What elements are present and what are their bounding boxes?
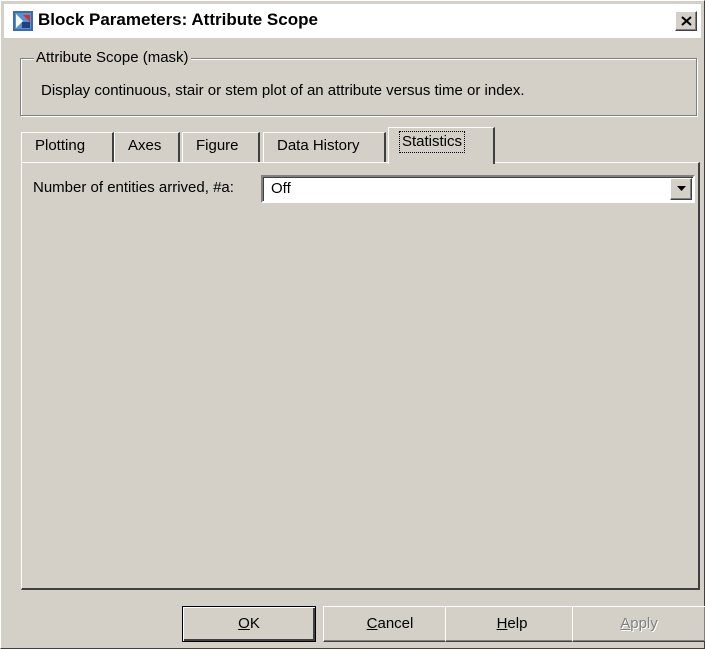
ok-label-rest: K — [249, 615, 260, 632]
block-parameters-dialog: Block Parameters: Attribute Scope Attrib… — [0, 0, 705, 649]
tab-label: Data History — [277, 137, 360, 154]
mask-group-title: Attribute Scope (mask) — [34, 49, 191, 66]
dropdown-button[interactable] — [670, 178, 692, 200]
tab-label: Axes — [128, 137, 162, 154]
chevron-down-icon — [677, 186, 686, 191]
cancel-label-rest: ancel — [377, 615, 414, 632]
tab-figure[interactable]: Figure — [182, 132, 260, 162]
ok-button[interactable]: OK — [182, 606, 316, 642]
help-button[interactable]: Help — [445, 606, 579, 642]
tab-label: Figure — [196, 137, 239, 154]
entities-arrived-label: Number of entities arrived, #a: — [33, 179, 234, 196]
tab-data-history[interactable]: Data History — [263, 132, 386, 162]
close-button[interactable] — [675, 11, 697, 31]
tab-axes[interactable]: Axes — [114, 132, 180, 162]
window-title: Block Parameters: Attribute Scope — [38, 10, 318, 29]
ok-mnemonic: O — [238, 615, 250, 632]
cancel-button[interactable]: Cancel — [323, 606, 457, 642]
apply-button[interactable]: Apply — [572, 606, 705, 642]
apply-label-rest: pply — [630, 615, 658, 632]
tab-panel-statistics — [21, 162, 700, 590]
cancel-mnemonic: C — [366, 615, 378, 632]
title-bar[interactable]: Block Parameters: Attribute Scope — [4, 4, 701, 38]
help-label-rest: elp — [507, 615, 528, 632]
tab-statistics[interactable]: Statistics — [388, 127, 495, 164]
tab-label: Plotting — [35, 137, 86, 154]
mask-description: Display continuous, stair or stem plot o… — [41, 82, 525, 99]
entities-arrived-value: Off — [271, 180, 291, 197]
close-icon — [681, 16, 692, 26]
help-mnemonic: H — [496, 615, 508, 632]
entities-arrived-select[interactable]: Off — [261, 175, 695, 203]
tab-plotting[interactable]: Plotting — [21, 132, 114, 162]
simulink-block-icon — [13, 11, 33, 31]
apply-mnemonic: A — [620, 615, 631, 632]
tab-label: Statistics — [399, 131, 466, 153]
